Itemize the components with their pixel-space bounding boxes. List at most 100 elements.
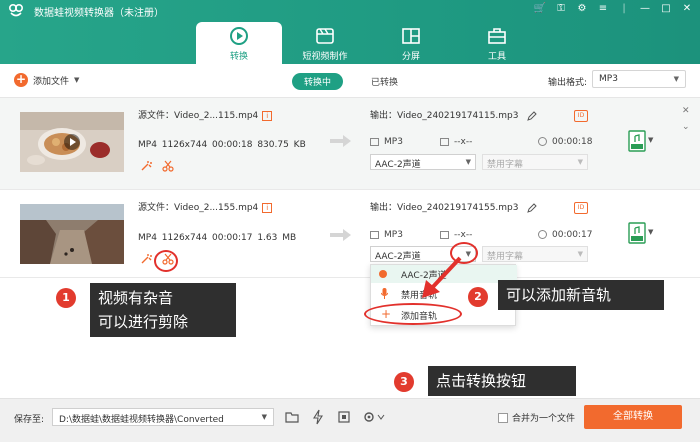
chevron-down-icon: ▼ — [673, 75, 679, 83]
tab-convert-label: 转换 — [229, 52, 248, 62]
merge-option[interactable]: 合并为一个文件 — [498, 411, 575, 424]
magic-wand-icon[interactable] — [140, 253, 152, 265]
chevron-down-icon: ▼ — [465, 158, 471, 166]
convert-arrow-icon — [330, 135, 351, 147]
file-row: 源文件：Video_2...155.mp4 i MP4 1126x744 00:0… — [0, 190, 700, 278]
footer-bar: 保存至: D:\数据蛙\数据蛙视频转换器\Converted ▼ 合并为一个文件… — [0, 398, 700, 442]
file-row: 源文件：Video_2...115.mp4 i MP4 1126x744 00:0… — [0, 98, 700, 190]
tab-toolbox[interactable]: 工具 — [454, 22, 540, 64]
scissors-highlight-ring — [154, 250, 178, 272]
magic-wand-icon[interactable] — [140, 160, 152, 172]
callout-1: 视频有杂音 可以进行剪除 — [90, 283, 236, 337]
mp3-format-icon[interactable] — [628, 130, 646, 152]
add-file-label: 添加文件 — [33, 76, 70, 87]
add-file-button[interactable]: + 添加文件 ▼ — [14, 73, 79, 87]
separator: | — [622, 3, 626, 14]
edit-icon[interactable] — [527, 202, 538, 213]
source-file-name: 源文件：Video_2...155.mp4 i — [138, 200, 273, 213]
tab-short-video-label: 短视频制作 — [302, 52, 348, 62]
callout-number-1: 1 — [56, 288, 76, 308]
main-tabs: 转换 短视频制作 分屏 工具 — [196, 22, 540, 64]
plus-icon: + — [14, 72, 28, 87]
source-file-name: 源文件：Video_2...115.mp4 i — [138, 108, 273, 121]
status-tabs: 转换中 已转换 — [292, 73, 410, 90]
close-icon[interactable]: ✕ — [680, 3, 694, 14]
save-to-label: 保存至: — [14, 415, 45, 425]
clock-icon — [538, 137, 547, 146]
output-info-icon[interactable]: ID — [574, 110, 588, 122]
microphone-icon — [381, 288, 388, 299]
source-meta: MP4 1126x744 00:00:17 1.63 MB — [138, 233, 297, 243]
tab-short-video[interactable]: 短视频制作 — [282, 22, 368, 64]
convert-arrow-icon — [330, 229, 351, 241]
subtitle-select[interactable]: 禁用字幕 ▼ — [482, 246, 588, 262]
close-icon[interactable]: ✕ — [682, 106, 690, 116]
source-meta: MP4 1126x744 00:00:18 830.75 KB — [138, 140, 306, 150]
add-audio-highlight-ring — [364, 303, 462, 325]
footer-tools — [284, 409, 386, 425]
chevron-down-icon[interactable]: ▼ — [648, 136, 653, 144]
scissors-icon[interactable] — [162, 160, 174, 172]
callout-number-3: 3 — [394, 372, 414, 392]
tab-split-screen-label: 分屏 — [401, 52, 420, 62]
short-video-icon — [316, 28, 334, 44]
audio-track-select[interactable]: AAC-2声道 ▼ — [370, 154, 476, 170]
cart-icon[interactable]: 🛒 — [533, 3, 547, 14]
output-info-icon[interactable]: ID — [574, 202, 588, 214]
maximize-icon[interactable]: □ — [659, 3, 673, 14]
minimize-icon[interactable]: — — [638, 3, 652, 14]
resolution-icon — [440, 138, 449, 146]
thumbnail-food-image — [20, 112, 124, 172]
gear-icon[interactable]: ⚙ — [575, 3, 589, 14]
chevron-down-icon[interactable]: ▼ — [74, 76, 79, 84]
app-logo-icon — [8, 3, 24, 17]
merge-checkbox[interactable] — [498, 412, 508, 423]
toolbar: + 添加文件 ▼ 转换中 已转换 输出格式: MP3 ▼ — [0, 64, 700, 98]
callout-2: 可以添加新音轨 — [498, 280, 664, 310]
red-arrow-icon — [422, 256, 462, 298]
settings-icon[interactable] — [362, 409, 386, 425]
output-file-name: 输出：Video_240219174115.mp3 — [370, 108, 538, 121]
clock-icon — [538, 230, 547, 239]
info-icon[interactable]: i — [262, 202, 273, 213]
resolution-icon — [440, 231, 449, 239]
subtitle-select[interactable]: 禁用字幕 ▼ — [482, 154, 588, 170]
tab-converted[interactable]: 已转换 — [359, 73, 410, 90]
format-icon — [370, 138, 379, 146]
hardware-accel-icon[interactable] — [310, 409, 326, 425]
output-format-select[interactable]: MP3 ▼ — [592, 70, 686, 88]
app-title: 数据蛙视频转换器（未注册） — [34, 8, 164, 19]
output-format-value: MP3 — [599, 74, 618, 84]
tab-toolbox-label: 工具 — [487, 52, 506, 62]
chevron-down-icon: ▼ — [577, 158, 583, 166]
folder-icon[interactable] — [284, 409, 300, 425]
app-header: 数据蛙视频转换器（未注册） 🛒 ⚿ ⚙ ≡ | — □ ✕ 转换 短视频制作 分… — [0, 0, 700, 64]
output-file-name: 输出：Video_240219174155.mp3 — [370, 200, 538, 213]
edit-icon[interactable] — [527, 110, 538, 121]
output-format-label: 输出格式: — [548, 78, 588, 88]
chevron-down-icon[interactable]: ▼ — [648, 228, 653, 236]
mp3-format-icon[interactable] — [628, 222, 646, 244]
tab-convert[interactable]: 转换 — [196, 22, 282, 64]
convert-all-button[interactable]: 全部转换 — [584, 405, 682, 429]
video-thumbnail[interactable] — [20, 112, 124, 172]
expand-icon[interactable]: ⌄ — [682, 122, 690, 132]
tab-split-screen[interactable]: 分屏 — [368, 22, 454, 64]
chevron-down-icon: ▼ — [261, 413, 267, 421]
chevron-down-icon: ▼ — [577, 250, 583, 258]
callout-1-line1: 视频有杂音 — [98, 289, 174, 307]
menu-icon[interactable]: ≡ — [596, 3, 610, 14]
save-path-select[interactable]: D:\数据蛙\数据蛙视频转换器\Converted ▼ — [52, 408, 274, 426]
merge-label: 合并为一个文件 — [512, 414, 576, 424]
callout-1-line2: 可以进行剪除 — [98, 313, 189, 331]
tab-converting[interactable]: 转换中 — [292, 73, 344, 90]
format-icon — [370, 231, 379, 239]
convert-icon — [230, 27, 248, 45]
toolbox-icon — [488, 28, 506, 44]
video-thumbnail[interactable] — [20, 204, 124, 264]
gpu-icon[interactable] — [336, 409, 352, 425]
info-icon[interactable]: i — [262, 110, 273, 121]
split-screen-icon — [402, 28, 420, 44]
thumbnail-canyon-image — [20, 204, 124, 264]
key-icon[interactable]: ⚿ — [554, 3, 568, 14]
